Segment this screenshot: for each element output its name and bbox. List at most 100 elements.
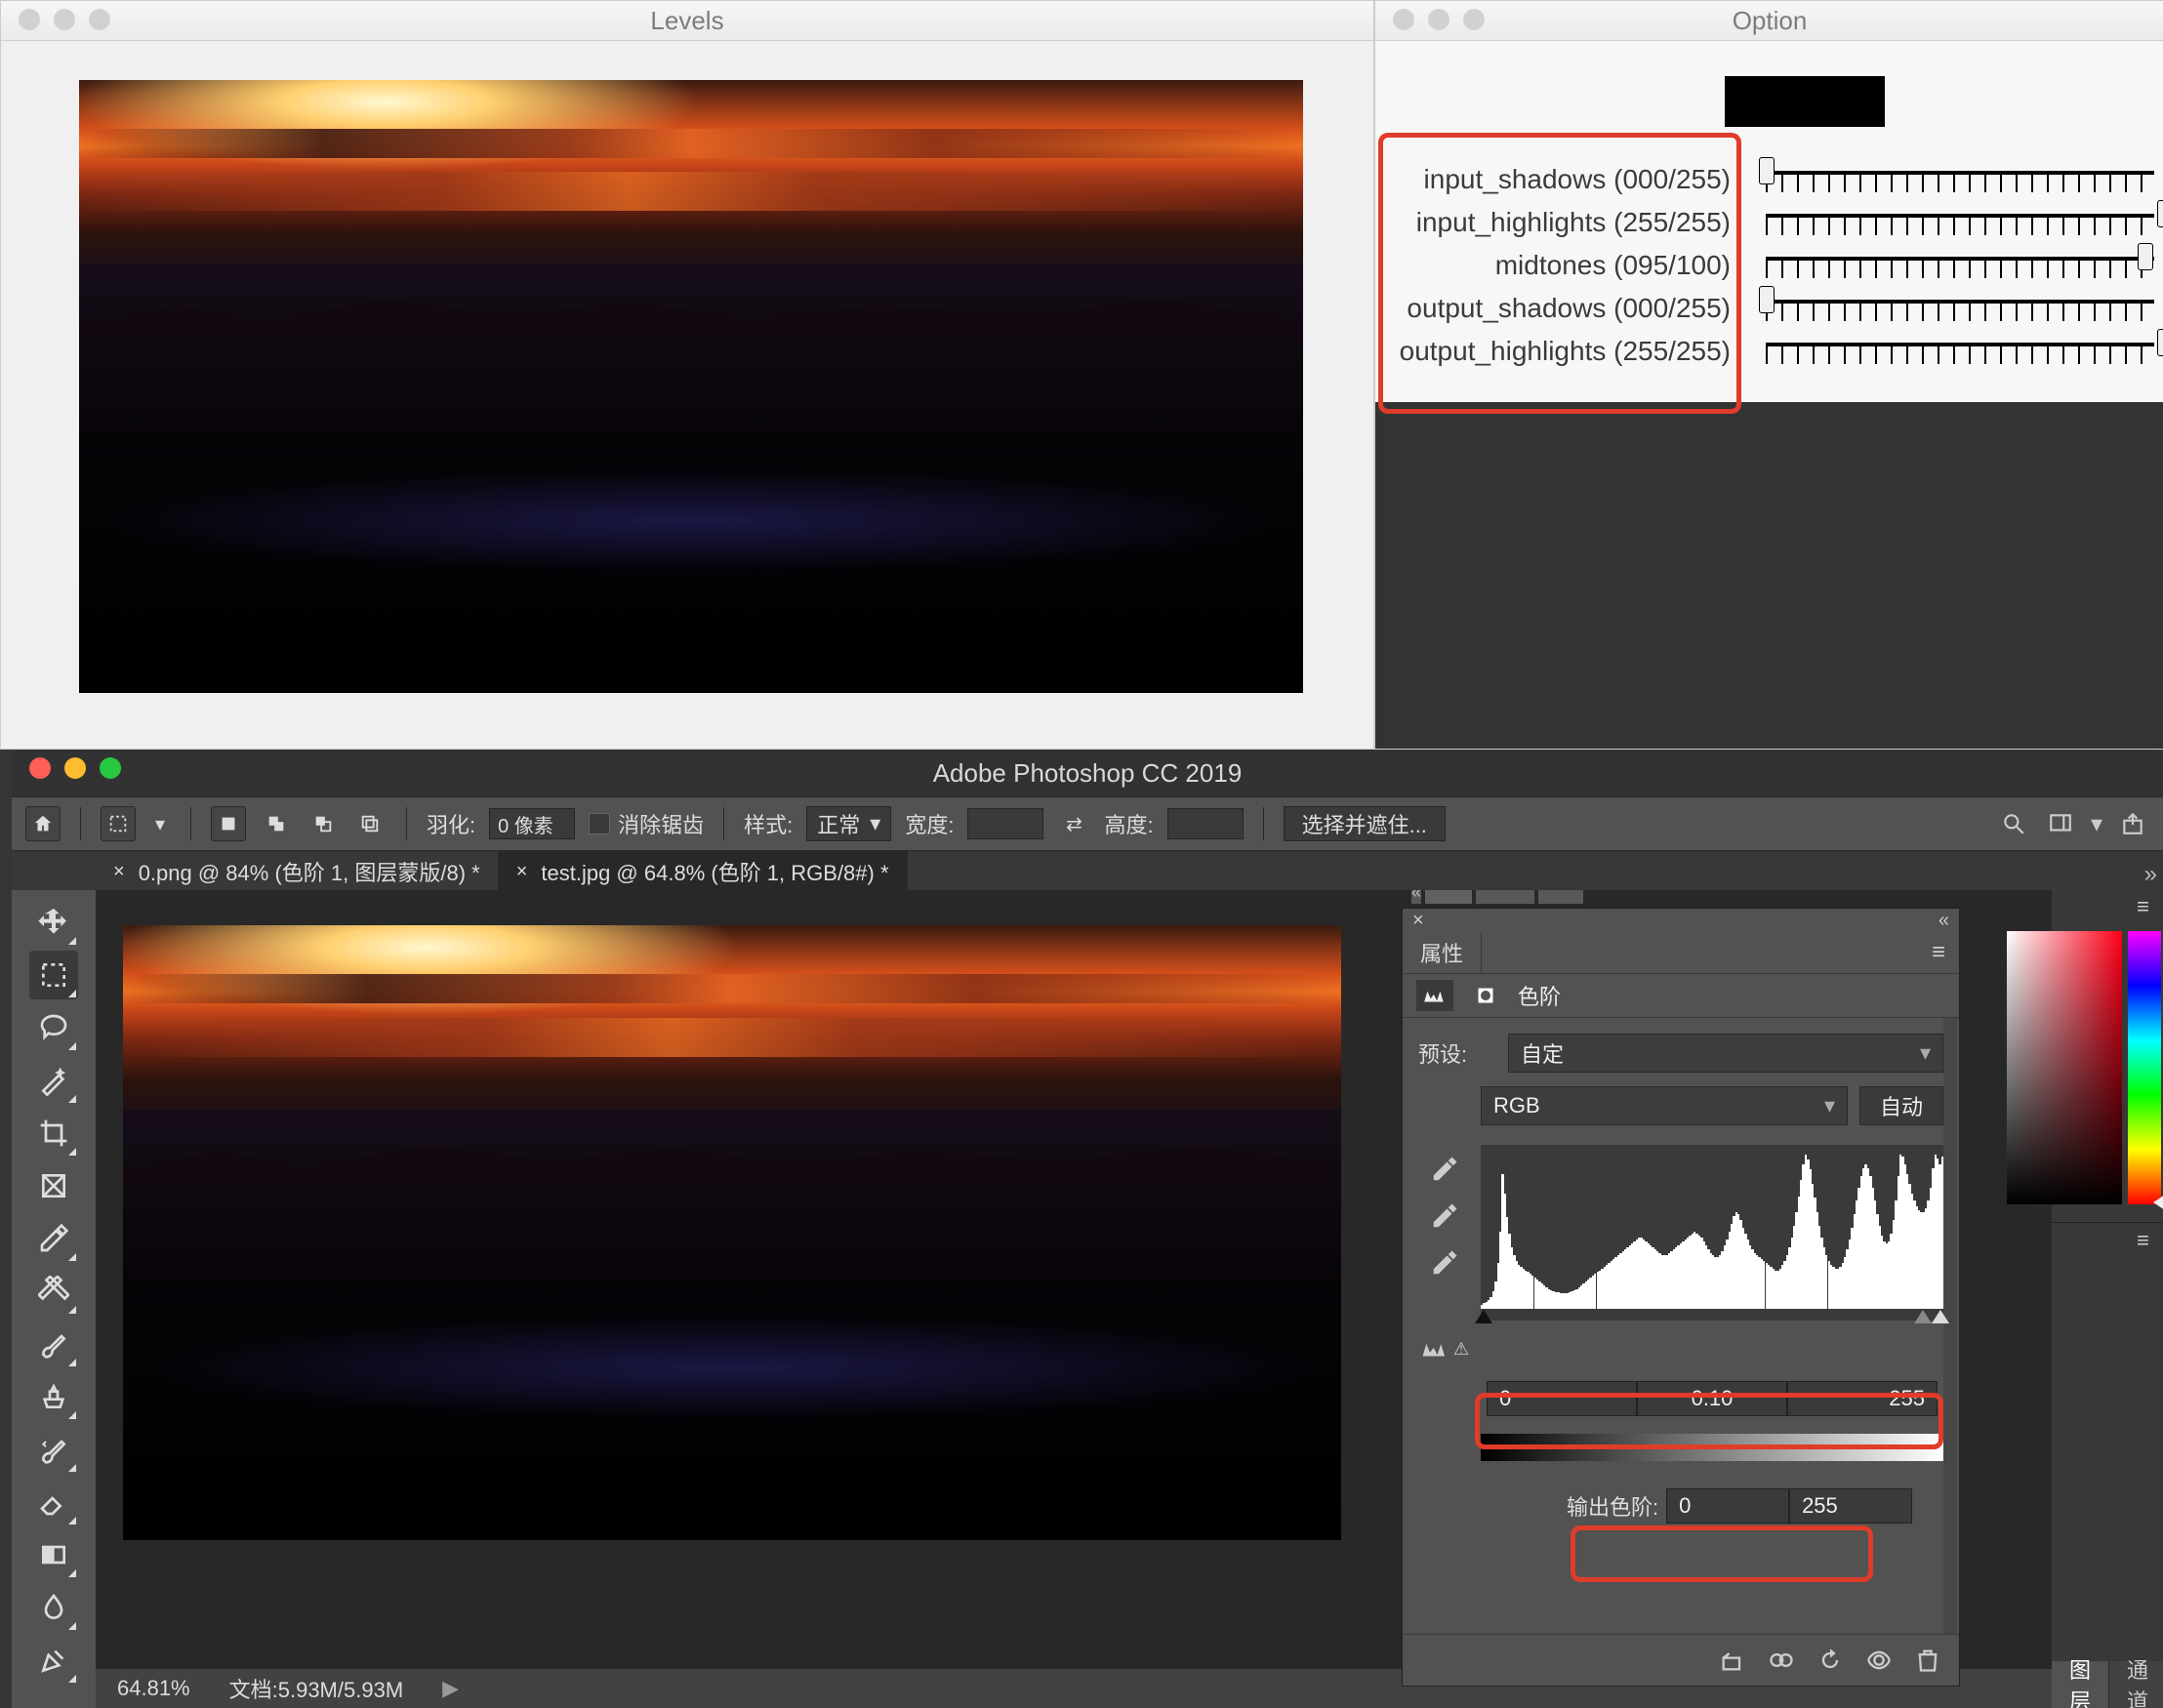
tool-healing[interactable] [29, 1267, 78, 1316]
status-caret-icon[interactable]: ▶ [442, 1676, 459, 1701]
ps-title: Adobe Photoshop CC 2019 [12, 758, 2163, 789]
zoom-level[interactable]: 64.81% [117, 1676, 190, 1701]
option-row-slider[interactable] [1766, 208, 2163, 237]
visibility-icon[interactable] [1865, 1647, 1893, 1674]
document-tab-0[interactable]: × 0.png @ 84% (色阶 1, 图层蒙版/8) * [96, 851, 499, 892]
eyedropper-white-icon[interactable] [1430, 1248, 1459, 1278]
properties-panel-header[interactable]: × « [1403, 909, 1959, 932]
levels-titlebar[interactable]: Levels [1, 1, 1373, 41]
chevron-down-icon[interactable]: ▾ [149, 807, 171, 840]
tool-eyedropper[interactable] [29, 1214, 78, 1263]
tool-magic-wand[interactable] [29, 1056, 78, 1105]
clip-to-layer-icon[interactable] [1719, 1647, 1746, 1674]
option-traffic-lights[interactable] [1393, 9, 1485, 30]
hue-bar[interactable] [2128, 931, 2161, 1204]
levels-window: Levels [0, 0, 1374, 750]
option-row-slider[interactable] [1766, 251, 2163, 280]
ps-traffic-lights[interactable] [29, 757, 121, 779]
levels-adjustment-icon[interactable] [1416, 980, 1453, 1011]
collapse-icon[interactable]: « [1939, 910, 1949, 932]
properties-tab[interactable]: 属性 [1403, 932, 1482, 973]
trash-icon[interactable] [1914, 1647, 1941, 1674]
output-label: 输出色阶: [1567, 1490, 1658, 1522]
close-icon[interactable]: × [113, 861, 125, 883]
output-shadows-field[interactable]: 0 [1666, 1488, 1789, 1524]
tool-marquee[interactable] [29, 951, 78, 999]
style-select[interactable]: 正常▾ [806, 806, 891, 841]
properties-footer [1403, 1634, 1959, 1686]
antialias-label: 消除锯齿 [618, 808, 704, 839]
height-input[interactable] [1167, 808, 1244, 839]
input-midtone-slider[interactable] [1914, 1310, 1932, 1323]
selection-intersect-icon[interactable] [353, 807, 387, 840]
width-label: 宽度: [905, 808, 954, 839]
tool-crop[interactable] [29, 1109, 78, 1158]
tool-brush[interactable] [29, 1320, 78, 1368]
option-row-slider[interactable] [1766, 294, 2163, 323]
option-row-label: output_highlights (255/255) [1375, 336, 1736, 367]
tool-eraser[interactable] [29, 1478, 78, 1526]
canvas-image[interactable] [123, 925, 1341, 1540]
tool-lasso[interactable] [29, 1003, 78, 1052]
channel-select[interactable]: RGB▾ [1481, 1086, 1848, 1125]
feather-input[interactable]: 0 像素 [489, 808, 575, 839]
tool-frame[interactable] [29, 1161, 78, 1210]
color-panel-menu-icon[interactable]: ≡ [2137, 894, 2149, 919]
auto-button[interactable]: 自动 [1859, 1086, 1943, 1125]
share-icon[interactable] [2116, 807, 2149, 840]
input-highlight-slider[interactable] [1932, 1310, 1949, 1323]
selection-subtract-icon[interactable] [306, 807, 340, 840]
color-picker[interactable] [2007, 931, 2161, 1204]
option-titlebar[interactable]: Option [1375, 1, 2163, 41]
properties-scrollbar[interactable] [1943, 1018, 1957, 1634]
swap-dimensions-icon[interactable]: ⇄ [1057, 807, 1090, 840]
option-black-swatch [1725, 76, 1885, 127]
option-row-slider[interactable] [1766, 165, 2163, 194]
selection-add-icon[interactable] [260, 807, 293, 840]
tool-pen[interactable] [29, 1636, 78, 1685]
input-shadow-slider[interactable] [1475, 1310, 1492, 1323]
home-button[interactable] [25, 806, 61, 841]
width-input[interactable] [967, 808, 1043, 839]
tool-history-brush[interactable] [29, 1425, 78, 1474]
panel-menu-icon[interactable]: ≡ [1932, 939, 1959, 966]
tab-channels[interactable]: 通道 [2109, 1661, 2163, 1708]
mask-icon[interactable] [1467, 980, 1504, 1011]
tool-move[interactable] [29, 898, 78, 947]
view-previous-icon[interactable] [1768, 1647, 1795, 1674]
tool-gradient[interactable] [29, 1530, 78, 1579]
layers-panel-tabs: 图层 通道 路径 ≡ [2052, 1661, 2163, 1708]
document-tab-1[interactable]: × test.jpg @ 64.8% (色阶 1, RGB/8#) * [499, 851, 908, 892]
eyedropper-gray-icon[interactable] [1430, 1201, 1459, 1231]
hue-pointer-icon[interactable] [2153, 1195, 2163, 1210]
histogram[interactable] [1481, 1145, 1943, 1321]
close-icon[interactable]: × [516, 861, 528, 883]
color-field[interactable] [2007, 931, 2122, 1204]
tab-layers[interactable]: 图层 [2052, 1661, 2109, 1708]
option-row: input_shadows (000/255) [1375, 158, 2163, 201]
feather-label: 羽化: [427, 808, 475, 839]
tool-blur[interactable] [29, 1583, 78, 1632]
search-icon[interactable] [1997, 807, 2030, 840]
antialias-checkbox[interactable]: 消除锯齿 [589, 808, 704, 839]
select-and-mask-button[interactable]: 选择并遮住... [1284, 806, 1446, 841]
mid-panel-menu-icon[interactable]: ≡ [2137, 1228, 2149, 1253]
output-highlights-field[interactable]: 255 [1789, 1488, 1912, 1524]
marquee-tool-icon[interactable] [101, 806, 136, 841]
option-row-slider[interactable] [1766, 337, 2163, 366]
reset-icon[interactable] [1816, 1647, 1844, 1674]
tool-clone[interactable] [29, 1372, 78, 1421]
selection-new-icon[interactable] [211, 806, 246, 841]
workspace-icon[interactable] [2044, 807, 2077, 840]
eyedropper-black-icon[interactable] [1430, 1155, 1459, 1184]
close-icon[interactable]: × [1412, 910, 1424, 932]
levels-traffic-lights[interactable] [19, 9, 110, 30]
doc-size[interactable]: 文档:5.93M/5.93M [229, 1673, 404, 1704]
levels-content [1, 41, 1373, 789]
preset-select[interactable]: 自定▾ [1508, 1034, 1943, 1073]
clipping-warning-icon[interactable]: ⚠ [1420, 1334, 1469, 1363]
ps-titlebar[interactable]: Adobe Photoshop CC 2019 [12, 750, 2163, 796]
canvas-area[interactable]: « × « 属性 ≡ [96, 890, 2052, 1708]
tabs-overflow-icon[interactable]: » [2144, 861, 2157, 888]
panel-mini-tabs[interactable]: « [1411, 890, 1597, 904]
